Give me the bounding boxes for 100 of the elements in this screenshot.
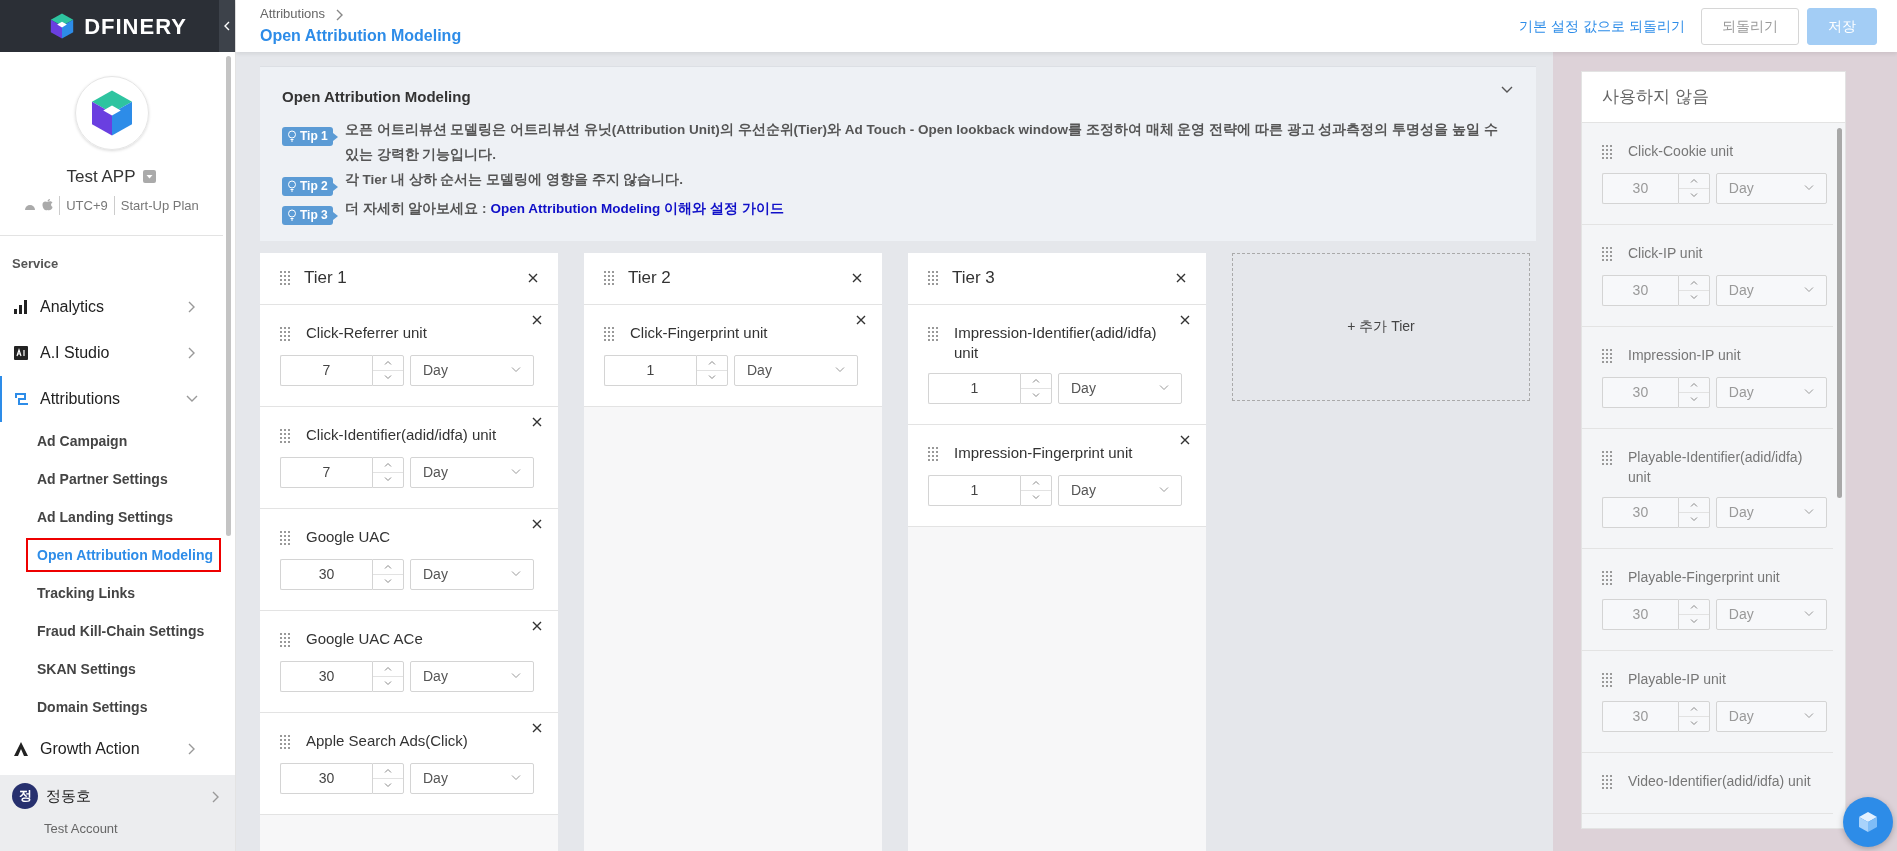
- stepper-up-icon[interactable]: [1032, 480, 1040, 485]
- nav-item[interactable]: Growth Action: [0, 725, 223, 772]
- stepper-control[interactable]: [372, 456, 404, 488]
- stepper-down-icon[interactable]: [384, 579, 392, 584]
- stepper-up-icon[interactable]: [1689, 382, 1698, 387]
- nav-item[interactable]: A.I Studio: [0, 329, 223, 376]
- stepper-down-icon[interactable]: [1689, 193, 1698, 198]
- collapse-button[interactable]: [219, 0, 235, 52]
- user-name: 정동호: [46, 785, 92, 806]
- number-input[interactable]: 7: [280, 456, 372, 488]
- close-icon: [532, 722, 542, 733]
- stepper-control[interactable]: [372, 762, 404, 794]
- nav-subitem[interactable]: Tracking Links: [0, 573, 235, 612]
- drag-handle-icon[interactable]: [280, 734, 290, 749]
- number-input[interactable]: 7: [280, 354, 372, 386]
- breadcrumb-link[interactable]: Attributions: [260, 4, 326, 24]
- stepper-up-icon[interactable]: [1689, 604, 1698, 609]
- stepper-down-icon[interactable]: [1032, 393, 1040, 398]
- tip-text: 오픈 어트리뷰션 모델링은 어트리뷰션 유닛(Attribution Unit)의 우선순위(Tier)와 Ad Touch - Open lookback window를 조정하여 매체 운영 전략에 따른 광고 성과측정의 투명성을 높일 수 있는 강력한 기능입니다.: [344, 120, 1499, 164]
- chevron-down-icon: [511, 367, 521, 373]
- stepper-up-icon[interactable]: [1032, 378, 1040, 383]
- help-button[interactable]: [1843, 797, 1893, 847]
- user-panel[interactable]: 정 정동호 Test Account: [0, 775, 235, 851]
- nav-item[interactable]: Analytics: [0, 283, 223, 330]
- number-input[interactable]: 1: [928, 372, 1020, 404]
- drag-handle-icon[interactable]: [928, 271, 938, 285]
- stepper-control[interactable]: [1020, 372, 1052, 404]
- unit-select[interactable]: Day: [410, 354, 534, 386]
- drag-handle-icon[interactable]: [604, 271, 614, 285]
- unit-select[interactable]: Day: [410, 558, 534, 590]
- stepper-up-icon[interactable]: [384, 360, 392, 365]
- stepper-up-icon[interactable]: [384, 666, 392, 671]
- scrollbar[interactable]: [226, 56, 231, 536]
- close-button[interactable]: [526, 271, 540, 285]
- number-input[interactable]: 1: [928, 474, 1020, 506]
- number-input[interactable]: 30: [280, 762, 372, 794]
- nav-subitem[interactable]: Ad Campaign: [0, 421, 235, 460]
- stepper-up-icon[interactable]: [384, 768, 392, 773]
- stepper-control[interactable]: [372, 558, 404, 590]
- scrollbar[interactable]: [1837, 127, 1842, 498]
- unit-name: Playable-Identifier(adid/idfa) unit: [1628, 447, 1804, 487]
- stepper-down-icon[interactable]: [1689, 721, 1698, 726]
- close-button[interactable]: [850, 271, 864, 285]
- nav-subitem[interactable]: Domain Settings: [0, 687, 235, 726]
- nav-item[interactable]: Attributions: [0, 375, 223, 422]
- stepper-up-icon[interactable]: [1689, 178, 1698, 183]
- reset-link[interactable]: 기본 설정 값으로 되돌리기: [1519, 15, 1685, 37]
- drag-handle-icon[interactable]: [280, 428, 290, 443]
- stepper-down-icon[interactable]: [384, 477, 392, 482]
- dropdown-icon[interactable]: [143, 170, 157, 184]
- nav-subitem[interactable]: Fraud Kill-Chain Settings: [0, 611, 235, 650]
- tip-text: 더 자세히 알아보세요 :: [344, 199, 487, 218]
- unit-select[interactable]: Day: [410, 456, 534, 488]
- drag-handle-icon[interactable]: [280, 530, 290, 545]
- drag-handle-icon[interactable]: [280, 326, 290, 341]
- stepper-down-icon[interactable]: [1689, 619, 1698, 624]
- drag-handle-icon[interactable]: [928, 446, 938, 461]
- stepper-control[interactable]: [1020, 474, 1052, 506]
- stepper-down-icon[interactable]: [1689, 517, 1698, 522]
- stepper-up-icon[interactable]: [1689, 502, 1698, 507]
- number-input[interactable]: 30: [280, 558, 372, 590]
- unit-select[interactable]: Day: [410, 762, 534, 794]
- close-button[interactable]: [1174, 271, 1188, 285]
- stepper-up-icon[interactable]: [708, 360, 716, 365]
- stepper-down-icon[interactable]: [1689, 295, 1698, 300]
- add-tier-button[interactable]: + 추가 Tier: [1232, 252, 1530, 401]
- unit-select[interactable]: Day: [410, 660, 534, 692]
- unit-select[interactable]: Day: [1058, 474, 1182, 506]
- unit-name: Click-Referrer unit: [306, 322, 428, 343]
- close-icon: [528, 273, 538, 283]
- drag-handle-icon[interactable]: [928, 326, 938, 341]
- nav-subitem[interactable]: SKAN Settings: [0, 649, 235, 688]
- stepper-up-icon[interactable]: [384, 462, 392, 467]
- stepper-control[interactable]: [372, 660, 404, 692]
- number-input[interactable]: 1: [604, 354, 696, 386]
- stepper-control[interactable]: [372, 354, 404, 386]
- stepper-down-icon[interactable]: [708, 375, 716, 380]
- guide-link[interactable]: Open Attribution Modeling 이해와 설정 가이드: [490, 195, 784, 221]
- cube-icon: [1856, 810, 1880, 834]
- stepper-up-icon[interactable]: [384, 564, 392, 569]
- number-input[interactable]: 30: [280, 660, 372, 692]
- close-icon: [1180, 434, 1190, 445]
- drag-handle-icon[interactable]: [280, 632, 290, 647]
- unit-select[interactable]: Day: [734, 354, 858, 386]
- drag-handle-icon[interactable]: [604, 326, 614, 341]
- stepper-up-icon[interactable]: [1689, 280, 1698, 285]
- stepper-down-icon[interactable]: [1689, 397, 1698, 402]
- nav-subitem[interactable]: Ad Landing Settings: [0, 497, 235, 536]
- close-icon: [532, 416, 542, 427]
- unit-select[interactable]: Day: [1058, 372, 1182, 404]
- stepper-down-icon[interactable]: [384, 681, 392, 686]
- nav-subitem[interactable]: Ad Partner Settings: [0, 459, 235, 498]
- unit-name: Click-Identifier(adid/idfa) unit: [306, 424, 498, 445]
- stepper-down-icon[interactable]: [384, 783, 392, 788]
- stepper-down-icon[interactable]: [384, 375, 392, 380]
- drag-handle-icon[interactable]: [280, 271, 290, 285]
- page-title: Open Attribution Modeling: [260, 25, 463, 46]
- stepper-down-icon[interactable]: [1032, 495, 1040, 500]
- stepper-up-icon[interactable]: [1689, 706, 1698, 711]
- stepper-control[interactable]: [696, 354, 728, 386]
